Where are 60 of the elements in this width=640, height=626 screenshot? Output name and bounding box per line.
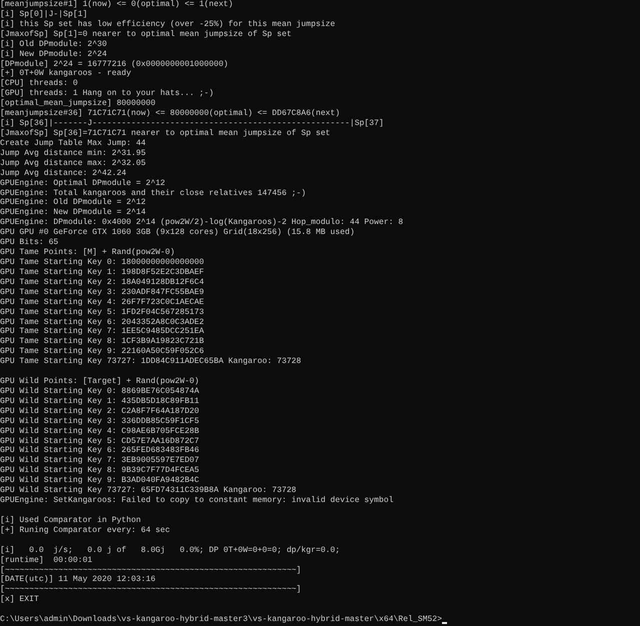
terminal-line: GPU Wild Starting Key 3: 336DDB85C59F1CF5: [0, 416, 200, 427]
terminal-line: Create Jump Table Max Jump: 44: [0, 138, 147, 149]
terminal-line: GPU Tame Starting Key 2: 18A049128DB12F6C4: [0, 278, 205, 288]
terminal-line: GPUEngine: New DPmodule = 2^14: [0, 208, 147, 218]
terminal-line: GPU Wild Points: [Target] + Rand(pow2W-0): [0, 377, 200, 387]
terminal-line: GPU Wild Starting Key 1: 435DB5D18C89FB11: [0, 396, 200, 407]
terminal-line: [~~~~~~~~~~~~~~~~~~~~~~~~~~~~~~~~~~~~~~~~~~~~~~~~~~~~~~~~~~~~]: [0, 566, 302, 575]
terminal-line: GPU Wild Starting Key 9: B3AD040FA9482B4C: [0, 476, 200, 486]
terminal-line: [i] this Sp set has low efficiency (over -25%) for this mean jumpsize: [0, 20, 336, 30]
terminal-line: Jump Avg distance max: 2^32.05: [0, 158, 147, 169]
terminal-line: GPU Tame Starting Key 0: 18000000000000000: [0, 258, 205, 268]
terminal-line: GPUEngine: Old DPmodule = 2^12: [0, 198, 147, 208]
terminal-line: [DATE(utc)] 11 May 2020 12:03:16: [0, 575, 156, 585]
terminal-line: GPU Wild Starting Key 0: 8869BE76C054874A: [0, 386, 200, 397]
terminal-line: [GPU] threads: 1 Hang on to your hats... ;-): [0, 89, 215, 99]
terminal-line: [~~~~~~~~~~~~~~~~~~~~~~~~~~~~~~~~~~~~~~~~~~~~~~~~~~~~~~~~~~~~]: [0, 585, 302, 595]
terminal-line: GPUEngine: Total kangaroos and their close relatives 147456 ;-): [0, 188, 307, 198]
terminal-line: [optimal_mean_jumpsize] 80000000: [0, 99, 156, 109]
terminal-line: [i] Sp[36]|-------J-----------------------------------------------------|Sp[37]: [0, 119, 385, 129]
terminal-line: GPU Wild Starting Key 6: 265FED683483FB46: [0, 446, 200, 456]
terminal-line: Jump Avg distance: 2^42.24: [0, 168, 128, 179]
terminal-line: GPU Tame Starting Key 8: 1CF3B9A19823C721B: [0, 337, 205, 347]
terminal-line: [+] Runing Comparator every: 64 sec: [0, 526, 171, 536]
terminal-line: [meanjumpsize#1] 1(now) <= 0(optimal) <= 1(next): [0, 0, 234, 10]
terminal-line: [i] Used Comparator in Python: [0, 516, 142, 526]
terminal-line: [JmaxofSp] Sp[36]=71C71C71 nearer to optimal mean jumpsize of Sp set: [0, 128, 332, 139]
terminal-line: [i] New DPmodule: 2^24: [0, 50, 108, 60]
terminal-line: GPU Wild Starting Key 73727: 65FD74311C339B8A Kangaroo: 73728: [0, 486, 298, 496]
terminal-line: GPU GPU #0 GeForce GTX 1060 3GB (9x128 cores) Grid(18x256) (15.8 MB used): [0, 228, 356, 238]
terminal-line: GPU Wild Starting Key 8: 9B39C7F77D4FCEA5: [0, 466, 200, 476]
terminal-line: [i] Old DPmodule: 2^30: [0, 40, 108, 50]
terminal-line: GPU Tame Starting Key 1: 198D8F52E2C3DBAEF: [0, 268, 205, 278]
terminal-line: GPU Tame Starting Key 3: 230ADF847FC55BAE9: [0, 288, 205, 298]
terminal-line: GPU Tame Starting Key 4: 26F7F723C0C1AECAE: [0, 298, 205, 308]
terminal-line: GPUEngine: SetKangaroos: Failed to copy to constant memory: invalid device symbol: [0, 496, 394, 506]
terminal-line: GPU Tame Starting Key 9: 22160A50C59F052C6: [0, 347, 205, 357]
terminal-line: GPUEngine: DPmodule: 0x4000 2^14 (pow2W/2)-log(Kangaroos)-2 Hop_modulo: 44 Power: 8: [0, 218, 404, 228]
terminal-line: [JmaxofSp] Sp[1]=0 nearer to optimal mean jumpsize of Sp set: [0, 30, 292, 40]
terminal-line: GPU Tame Starting Key 6: 2043352A8C0C3ADE2: [0, 318, 205, 327]
terminal-line: GPU Wild Starting Key 7: 3EB9005597E7ED07: [0, 456, 200, 466]
terminal-line: GPUEngine: Optimal DPmodule = 2^12: [0, 178, 166, 189]
terminal-line: GPU Tame Starting Key 7: 1EE5C9485DCC251EA: [0, 327, 205, 337]
terminal-line: [+] 0T+0W kangaroos - ready: [0, 69, 132, 79]
terminal-line: GPU Tame Points: [M] + Rand(pow2W-0): [0, 248, 176, 258]
terminal-line: [x] EXIT: [0, 595, 40, 606]
terminal-line: [i] 0.0 j/s; 0.0 j of 8.0Gj 0.0%; DP 0T+0W=0+0=0; dp/kgr=0.0;: [0, 546, 341, 556]
terminal-line: GPU Wild Starting Key 2: C2A8F7F64A187D20: [0, 406, 200, 417]
terminal-line: [meanjumpsize#36] 71C71C71(now) <= 80000000(optimal) <= DD67C8A6(next): [0, 109, 341, 119]
terminal-line: GPU Tame Starting Key 5: 1FD2F04C567285173: [0, 308, 205, 318]
text-cursor: [442, 622, 447, 624]
command-prompt[interactable]: C:\Users\admin\Downloads\vs-kangaroo-hybrid-master3\vs-kangaroo-hybrid-master\x64\Rel_SM52>: [0, 615, 442, 625]
terminal-line: GPU Wild Starting Key 5: CD57E7AA16D872C7: [0, 436, 200, 446]
terminal-line: GPU Wild Starting Key 4: C98AE6B705FCE28B: [0, 426, 200, 437]
terminal-line: GPU Tame Starting Key 73727: 1DD84C911ADEC65BA Kangaroo: 73728: [0, 357, 302, 368]
terminal-line: [DPmodule] 2^24 = 16777216 (0x0000000001000000): [0, 60, 230, 69]
terminal-line: [i] Sp[0]|J-|Sp[1]: [0, 10, 88, 20]
terminal-line: GPU Bits: 65: [0, 238, 60, 248]
terminal-line: [CPU] threads: 0: [0, 79, 79, 89]
terminal-line: Jump Avg distance min: 2^31.95: [0, 148, 147, 159]
terminal-line: [runtime] 00:00:01: [0, 556, 94, 566]
